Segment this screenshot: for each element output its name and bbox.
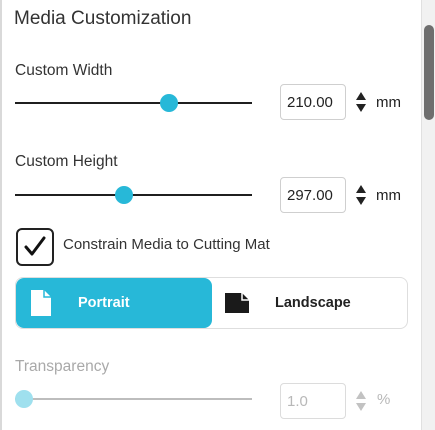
landscape-label: Landscape xyxy=(275,295,351,311)
constrain-checkbox[interactable] xyxy=(16,228,54,266)
custom-width-slider-knob[interactable] xyxy=(160,94,179,112)
custom-width-slider[interactable] xyxy=(15,102,252,104)
stepper-down-icon[interactable] xyxy=(356,403,366,411)
custom-height-unit: mm xyxy=(376,187,401,204)
vertical-scrollbar[interactable] xyxy=(421,0,435,430)
transparency-input[interactable]: 1.0 xyxy=(280,383,346,419)
custom-height-slider-knob[interactable] xyxy=(115,186,134,204)
custom-height-slider[interactable] xyxy=(15,194,252,196)
portrait-label: Portrait xyxy=(78,295,130,311)
stepper-up-icon[interactable] xyxy=(356,185,366,193)
portrait-option[interactable]: Portrait xyxy=(16,278,212,328)
transparency-label: Transparency xyxy=(15,358,110,375)
custom-width-unit: mm xyxy=(376,94,401,111)
scrollbar-thumb[interactable] xyxy=(424,25,434,120)
stepper-down-icon[interactable] xyxy=(356,104,366,112)
custom-height-label: Custom Height xyxy=(15,153,118,170)
checkmark-icon xyxy=(24,236,46,256)
landscape-page-icon xyxy=(225,293,249,313)
constrain-label: Constrain Media to Cutting Mat xyxy=(63,236,270,253)
custom-height-input[interactable]: 297.00 xyxy=(280,177,346,213)
portrait-page-icon xyxy=(31,290,51,316)
panel-title: Media Customization xyxy=(14,8,192,29)
custom-height-stepper[interactable] xyxy=(354,177,368,213)
stepper-up-icon[interactable] xyxy=(356,92,366,100)
media-customization-panel: Media Customization Custom Width 210.00 … xyxy=(0,0,424,430)
transparency-stepper[interactable] xyxy=(354,383,368,419)
custom-width-stepper[interactable] xyxy=(354,84,368,120)
custom-width-label: Custom Width xyxy=(15,62,113,79)
transparency-slider-knob[interactable] xyxy=(15,390,34,408)
transparency-unit: % xyxy=(377,391,391,408)
transparency-slider[interactable] xyxy=(15,398,252,400)
orientation-toggle: Portrait Landscape xyxy=(15,277,408,329)
custom-width-input[interactable]: 210.00 xyxy=(280,84,346,120)
stepper-up-icon[interactable] xyxy=(356,391,366,399)
stepper-down-icon[interactable] xyxy=(356,197,366,205)
landscape-option[interactable]: Landscape xyxy=(212,278,407,328)
